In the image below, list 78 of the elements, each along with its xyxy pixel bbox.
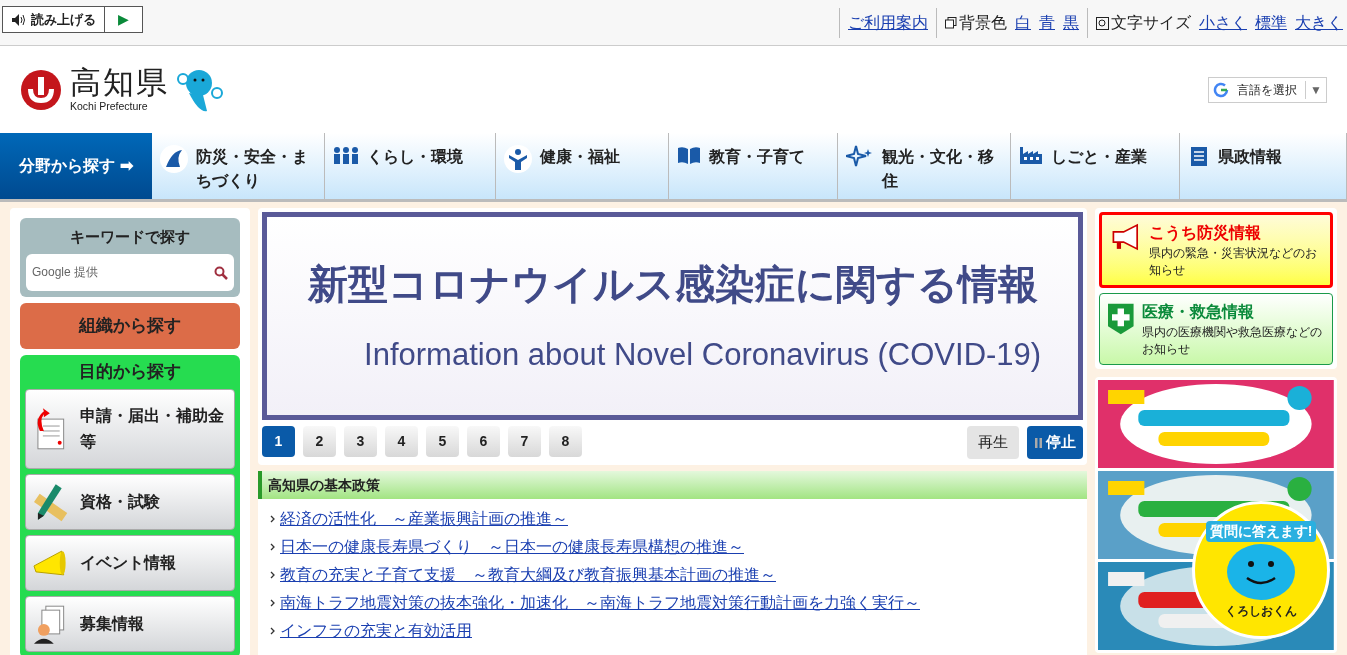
slide-tab[interactable]: 1 bbox=[262, 426, 295, 457]
policy-link[interactable]: 日本一の健康長寿県づくり ～日本一の健康長寿県構想の推進～ bbox=[280, 537, 744, 557]
toolbar-link[interactable]: 大きく bbox=[1295, 11, 1343, 35]
slide-tab[interactable]: 4 bbox=[385, 426, 418, 457]
policy-link[interactable]: 南海トラフ地震対策の抜本強化・加速化 ～南海トラフ地震対策行動計画を力強く実行～ bbox=[280, 593, 920, 613]
category-search-button[interactable]: 分野から探す ➡ bbox=[0, 133, 152, 199]
policy-link[interactable]: 教育の充実と子育て支援 ～教育大綱及び教育振興基本計画の推進～ bbox=[280, 565, 776, 585]
chevron-icon bbox=[270, 515, 275, 523]
speaker-icon bbox=[11, 12, 27, 27]
nav-tab[interactable]: くらし・環境 bbox=[325, 133, 496, 199]
stop-slides-button[interactable]: 停止 bbox=[1027, 426, 1084, 459]
toolbar-link[interactable]: 黒 bbox=[1063, 11, 1079, 35]
purpose-item[interactable]: 資格・試験 bbox=[25, 474, 235, 530]
keyword-title: キーワードで探す bbox=[70, 227, 190, 247]
play-button[interactable]: ▶ bbox=[105, 6, 143, 33]
covid-banner[interactable]: 新型コロナウイルス感染症に関する情報 Information about Novel Coronavirus (COVID-19) bbox=[262, 212, 1084, 420]
banner-title: 新型コロナウイルス感染症に関する情報 bbox=[307, 260, 1038, 308]
sparkle-icon bbox=[846, 145, 874, 167]
toolbar-link[interactable]: ご利用案内 bbox=[848, 11, 928, 35]
logo-subtitle: Kochi Prefecture bbox=[70, 101, 149, 112]
chevron-icon bbox=[270, 571, 275, 579]
language-select[interactable]: 言語を選択 ▼ bbox=[1208, 76, 1327, 103]
fin-icon bbox=[160, 145, 188, 173]
play-slides-button[interactable]: 再生 bbox=[967, 426, 1020, 459]
smiley-face-icon bbox=[1225, 541, 1297, 602]
toolbar-label: 背景色 bbox=[959, 13, 1007, 33]
google-icon bbox=[1213, 81, 1230, 98]
purpose-title: 目的から探す bbox=[78, 360, 182, 383]
purpose-item[interactable]: イベント情報 bbox=[25, 535, 235, 591]
megaphone-icon bbox=[1110, 221, 1141, 253]
emblem-icon bbox=[20, 68, 62, 111]
toolbar-link[interactable]: 青 bbox=[1039, 11, 1055, 35]
nav-tab[interactable]: 健康・福祉 bbox=[496, 133, 669, 199]
toolbar-link[interactable]: 白 bbox=[1015, 11, 1031, 35]
toolbar-link[interactable]: 小さく bbox=[1199, 11, 1247, 35]
slide-tab[interactable]: 3 bbox=[344, 426, 377, 457]
purpose-item[interactable]: 申請・届出・補助金等 bbox=[25, 389, 235, 469]
policy-link[interactable]: インフラの充実と有効活用 bbox=[280, 621, 472, 641]
nav-tab[interactable]: 観光・文化・移住 bbox=[838, 133, 1011, 199]
info-title: こうち防災情報 bbox=[1148, 223, 1262, 244]
disaster-info-link[interactable]: こうち防災情報 県内の緊急・災害状況などのお知らせ bbox=[1099, 212, 1333, 288]
read-aloud-button[interactable]: 読み上げる bbox=[2, 6, 105, 33]
toolbar-label: 文字サイズ bbox=[1111, 13, 1191, 33]
nav-tab[interactable]: 教育・子育て bbox=[669, 133, 838, 199]
megaphone-icon bbox=[32, 548, 68, 578]
window-icon bbox=[945, 17, 957, 29]
policy-title: 高知県の基本政策 bbox=[268, 475, 380, 495]
slide-tab[interactable]: 5 bbox=[426, 426, 459, 457]
nav-tab[interactable]: しごと・産業 bbox=[1011, 133, 1180, 199]
pause-icon bbox=[1034, 437, 1042, 448]
logo-title: 高知県 bbox=[70, 67, 169, 99]
medical-info-link[interactable]: 医療・救急情報 県内の医療機関や救急医療などのお知らせ bbox=[1099, 293, 1333, 365]
factory-icon bbox=[1019, 145, 1043, 165]
slide-tab[interactable]: 7 bbox=[508, 426, 541, 457]
chevron-icon bbox=[270, 627, 275, 635]
info-text: 県内の緊急・災害状況などのお知らせ bbox=[1148, 245, 1318, 279]
text-size-icon bbox=[1096, 16, 1109, 30]
info-title: 医療・救急情報 bbox=[1141, 302, 1255, 322]
chevron-icon bbox=[270, 543, 275, 551]
search-field[interactable]: Google 提供 bbox=[26, 253, 234, 291]
slide-tab[interactable]: 8 bbox=[549, 426, 582, 457]
slide-tab[interactable]: 6 bbox=[467, 426, 500, 457]
slide-tab[interactable]: 2 bbox=[303, 426, 336, 457]
search-icon bbox=[214, 265, 228, 280]
organization-search-button[interactable]: 組織から探す bbox=[20, 302, 240, 349]
pencil-ruler-icon bbox=[32, 482, 68, 522]
policy-link[interactable]: 経済の活性化 ～産業振興計画の推進～ bbox=[280, 509, 568, 529]
nav-tab[interactable]: 防災・安全・まちづくり bbox=[152, 133, 325, 199]
person-icon bbox=[504, 145, 532, 173]
info-text: 県内の医療機関や救急医療などのお知らせ bbox=[1141, 324, 1323, 358]
document-icon bbox=[1188, 145, 1210, 167]
people-icon bbox=[333, 145, 359, 165]
banner-subtitle: Information about Novel Coronavirus (COVID-19) bbox=[364, 335, 1042, 374]
nav-tab[interactable]: 県政情報 bbox=[1180, 133, 1347, 199]
toolbar-link[interactable]: 標準 bbox=[1255, 11, 1287, 35]
purpose-item[interactable]: 募集情報 bbox=[25, 596, 235, 652]
chevron-icon bbox=[270, 599, 275, 607]
book-icon bbox=[677, 145, 701, 165]
